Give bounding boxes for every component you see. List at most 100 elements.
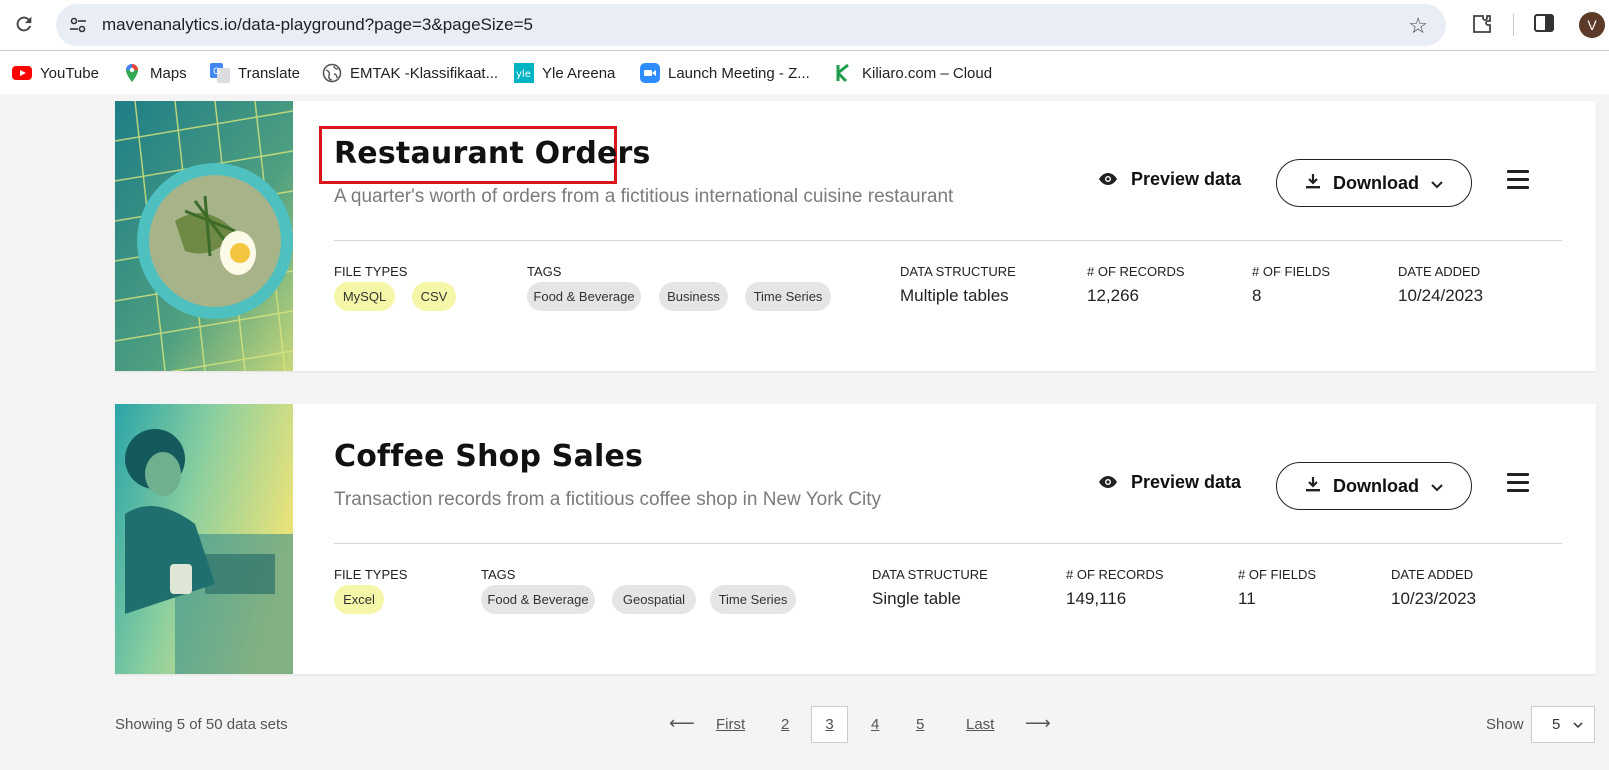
records-value: 149,116	[1066, 589, 1127, 608]
download-button[interactable]: Download	[1276, 159, 1472, 207]
download-icon	[1305, 476, 1321, 497]
page-last-link[interactable]: Last	[966, 716, 994, 733]
records-label: # OF RECORDS	[1066, 567, 1164, 582]
chevron-down-icon	[1431, 476, 1443, 497]
tag-chip[interactable]: Business	[659, 282, 728, 311]
eye-icon	[1099, 169, 1117, 190]
download-button[interactable]: Download	[1276, 462, 1472, 510]
reload-icon[interactable]	[12, 13, 36, 37]
profile-avatar[interactable]: V	[1579, 12, 1605, 38]
bookmark-kiliaro[interactable]: Kiliaro.com – Cloud	[834, 62, 992, 84]
url-text[interactable]: mavenanalytics.io/data-playground?page=3…	[102, 15, 533, 35]
date-added-value: 10/24/2023	[1398, 286, 1484, 305]
records-value: 12,266	[1087, 286, 1139, 305]
browser-toolbar: mavenanalytics.io/data-playground?page=3…	[0, 0, 1609, 51]
page-size-value: 5	[1552, 716, 1561, 733]
file-type-chip: CSV	[412, 282, 456, 311]
data-structure-label: DATA STRUCTURE	[900, 264, 1016, 279]
extensions-icon[interactable]	[1470, 12, 1494, 36]
bookmark-emtak[interactable]: EMTAK -Klassifikaat...	[322, 62, 498, 84]
dataset-title[interactable]: Restaurant Orders	[334, 136, 651, 171]
card-divider	[334, 240, 1562, 241]
hamburger-menu-icon[interactable]	[1507, 473, 1529, 493]
maps-icon	[122, 63, 142, 83]
tag-chip[interactable]: Time Series	[745, 282, 831, 311]
bookmark-label: Launch Meeting - Z...	[668, 64, 810, 82]
bookmark-yle-areena[interactable]: yle Yle Areena	[514, 62, 615, 84]
dataset-title[interactable]: Coffee Shop Sales	[334, 439, 643, 474]
page-link[interactable]: 5	[916, 716, 924, 733]
bookmark-translate[interactable]: G Translate	[210, 62, 300, 84]
file-type-chip: MySQL	[334, 282, 395, 311]
bookmark-label: YouTube	[40, 64, 99, 82]
records-label: # OF RECORDS	[1087, 264, 1185, 279]
site-settings-icon[interactable]	[68, 15, 88, 35]
eye-icon	[1099, 472, 1117, 493]
page-link[interactable]: 2	[781, 716, 789, 733]
globe-icon	[322, 63, 342, 83]
results-count: Showing 5 of 50 data sets	[115, 716, 288, 733]
preview-label: Preview data	[1131, 169, 1242, 189]
bookmark-label: Translate	[238, 64, 300, 82]
file-types-label: FILE TYPES	[334, 264, 408, 279]
side-panel-icon[interactable]	[1534, 14, 1554, 32]
dataset-card: Coffee Shop Sales Transaction records fr…	[115, 404, 1596, 674]
bookmark-star-icon[interactable]: ☆	[1408, 13, 1428, 39]
page-size-label: Show	[1486, 716, 1524, 733]
youtube-icon	[12, 63, 32, 83]
bookmark-label: Maps	[150, 64, 187, 82]
data-structure-value: Single table	[872, 589, 961, 608]
svg-text:yle: yle	[516, 69, 531, 80]
tags-label: TAGS	[527, 264, 562, 279]
dataset-description: A quarter's worth of orders from a ficti…	[334, 186, 954, 207]
chevron-down-icon	[1431, 173, 1443, 194]
tag-chip[interactable]: Geospatial	[612, 585, 696, 614]
tags-label: TAGS	[481, 567, 516, 582]
preview-label: Preview data	[1131, 472, 1242, 492]
fields-label: # OF FIELDS	[1238, 567, 1317, 582]
preview-data-button[interactable]: Preview data	[1099, 472, 1241, 493]
yle-icon: yle	[514, 63, 534, 83]
bookmark-launch-meeting[interactable]: Launch Meeting - Z...	[640, 62, 810, 84]
dataset-description: Transaction records from a fictitious co…	[334, 489, 882, 510]
tag-chip[interactable]: Food & Beverage	[481, 585, 595, 614]
bookmark-label: EMTAK -Klassifikaat...	[350, 64, 499, 82]
page-link[interactable]: 4	[871, 716, 879, 733]
toolbar-divider	[1513, 14, 1514, 36]
date-added-label: DATE ADDED	[1391, 567, 1474, 582]
translate-icon: G	[210, 63, 230, 83]
fields-value: 11	[1238, 589, 1256, 608]
dataset-thumbnail	[115, 404, 293, 674]
file-types-label: FILE TYPES	[334, 567, 408, 582]
prev-page-arrow-icon[interactable]: ⟵	[669, 713, 695, 734]
chevron-down-icon	[1572, 707, 1583, 742]
bookmark-label: Yle Areena	[542, 64, 616, 82]
bookmark-label: Kiliaro.com – Cloud	[862, 64, 993, 82]
download-label: Download	[1333, 475, 1419, 496]
card-divider	[334, 543, 1562, 544]
page-current[interactable]: 3	[811, 706, 848, 743]
fields-label: # OF FIELDS	[1252, 264, 1331, 279]
bookmark-maps[interactable]: Maps	[122, 62, 187, 84]
kiliaro-icon	[834, 63, 854, 83]
bookmarks-bar: YouTube Maps G Translate EMTAK -Klassifi…	[0, 51, 1609, 94]
svg-text:G: G	[213, 67, 220, 77]
zoom-icon	[640, 63, 660, 83]
page-first-link[interactable]: First	[716, 716, 745, 733]
download-icon	[1305, 173, 1321, 194]
data-structure-value: Multiple tables	[900, 286, 1009, 305]
date-added-label: DATE ADDED	[1398, 264, 1481, 279]
download-label: Download	[1333, 172, 1419, 193]
date-added-value: 10/23/2023	[1391, 589, 1477, 608]
address-bar[interactable]: mavenanalytics.io/data-playground?page=3…	[56, 4, 1446, 46]
dataset-thumbnail	[115, 101, 293, 371]
data-structure-label: DATA STRUCTURE	[872, 567, 988, 582]
hamburger-menu-icon[interactable]	[1507, 170, 1529, 190]
tag-chip[interactable]: Food & Beverage	[527, 282, 641, 311]
page-size-select[interactable]: 5	[1531, 706, 1595, 743]
next-page-arrow-icon[interactable]: ⟶	[1025, 713, 1051, 734]
preview-data-button[interactable]: Preview data	[1099, 169, 1241, 190]
bookmark-youtube[interactable]: YouTube	[12, 62, 99, 84]
dataset-card: Restaurant Orders A quarter's worth of o…	[115, 101, 1596, 371]
tag-chip[interactable]: Time Series	[710, 585, 796, 614]
